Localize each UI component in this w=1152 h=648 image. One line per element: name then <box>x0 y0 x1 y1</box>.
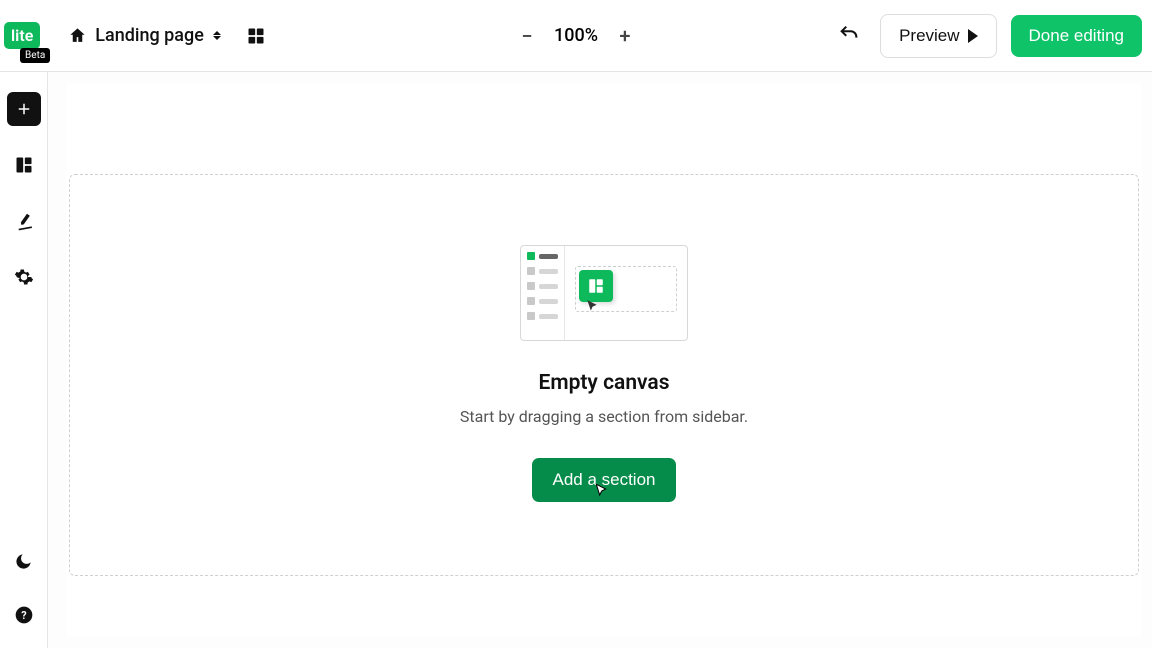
empty-illustration <box>520 245 688 341</box>
page-selector[interactable]: Landing page <box>62 19 228 52</box>
logo-badge: Beta <box>20 48 50 63</box>
zoom-out-button[interactable]: − <box>516 25 538 47</box>
home-icon <box>68 26 87 45</box>
preview-label: Preview <box>899 26 959 46</box>
zoom-in-button[interactable]: + <box>614 25 636 47</box>
chevron-up-down-icon <box>212 31 222 41</box>
page-name: Landing page <box>95 25 204 46</box>
svg-text:?: ? <box>21 609 26 622</box>
canvas-page: Empty canvas Start by dragging a section… <box>66 84 1142 636</box>
done-editing-button[interactable]: Done editing <box>1011 15 1142 57</box>
logo-text: lite <box>4 22 40 49</box>
cursor-icon <box>585 298 599 317</box>
header-actions: Preview Done editing <box>832 14 1142 58</box>
empty-title: Empty canvas <box>538 371 669 395</box>
sidebar-help[interactable]: ? <box>7 598 41 632</box>
sidebar-layouts[interactable] <box>7 148 41 182</box>
sidebar-dark-mode[interactable] <box>7 544 41 578</box>
logo[interactable]: lite Beta <box>4 22 40 49</box>
sidebar-add[interactable] <box>7 92 41 126</box>
dashboard-icon[interactable] <box>246 26 266 46</box>
canvas-area: Empty canvas Start by dragging a section… <box>48 72 1152 648</box>
done-label: Done editing <box>1029 26 1124 46</box>
zoom-control: − 100% + <box>516 25 636 47</box>
cursor-icon <box>593 483 609 504</box>
topbar: lite Beta Landing page − 100% + Preview … <box>0 0 1152 72</box>
sidebar: ? <box>0 72 48 648</box>
zoom-level: 100% <box>554 25 598 46</box>
empty-subtitle: Start by dragging a section from sidebar… <box>460 407 748 426</box>
undo-button[interactable] <box>832 17 866 55</box>
preview-button[interactable]: Preview <box>880 14 996 58</box>
empty-state: Empty canvas Start by dragging a section… <box>69 174 1139 576</box>
sidebar-styles[interactable] <box>7 204 41 238</box>
play-icon <box>968 29 978 43</box>
add-section-button[interactable]: Add a section <box>532 458 675 502</box>
sidebar-settings[interactable] <box>7 260 41 294</box>
